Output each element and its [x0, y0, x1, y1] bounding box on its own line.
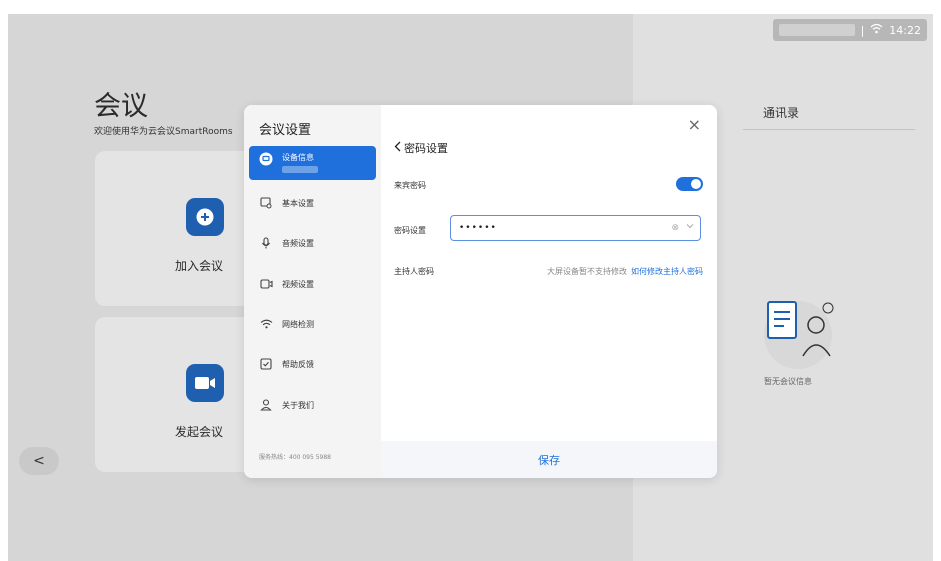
microphone-icon	[259, 236, 273, 250]
empty-meetings-illustration	[748, 290, 848, 370]
device-info-blur	[282, 166, 318, 173]
sidebar-item-label: 基本设置	[282, 198, 314, 208]
chevron-down-icon[interactable]	[686, 222, 694, 232]
settings-sidebar: 会议设置 设备信息 基本设置 音频设置 视频设置 网络检测 帮助反馈 关于我们 …	[244, 105, 381, 478]
save-button[interactable]: 保存	[381, 441, 717, 478]
sidebar-item-label: 关于我们	[282, 400, 314, 410]
password-input[interactable]: •••••• ⊗	[450, 215, 701, 241]
sidebar-item-label: 网络检测	[282, 319, 314, 329]
sidebar-item-audio-settings[interactable]: 音频设置	[249, 226, 376, 260]
guest-password-label: 来宾密码	[394, 181, 426, 190]
toggle-knob	[691, 179, 701, 189]
sidebar-item-help-feedback[interactable]: 帮助反馈	[249, 347, 376, 381]
password-settings-panel: × 密码设置 来宾密码 密码设置 •••••• ⊗ 主持人密码 大屏设备暂不支持…	[381, 105, 717, 478]
clear-icon[interactable]: ⊗	[671, 223, 680, 233]
app-welcome: 欢迎使用华为云会议SmartRooms	[94, 127, 233, 137]
sidebar-item-label: 音频设置	[282, 238, 314, 248]
status-time: 14:22	[889, 23, 921, 37]
host-password-help-link[interactable]: 如何修改主持人密码	[631, 266, 703, 277]
collapse-back-button[interactable]: <	[19, 447, 59, 475]
sidebar-item-network-check[interactable]: 网络检测	[249, 307, 376, 341]
close-icon[interactable]: ×	[688, 117, 701, 133]
sidebar-item-label: 设备信息	[282, 153, 314, 162]
password-settings-back[interactable]: 密码设置	[394, 140, 448, 156]
feedback-icon	[259, 357, 273, 371]
plus-icon	[186, 198, 224, 236]
video-camera-icon	[186, 364, 224, 402]
service-hotline: 服务热线：400 095 5988	[259, 454, 331, 461]
sidebar-item-label: 视频设置	[282, 279, 314, 289]
contacts-tab-divider	[743, 129, 915, 130]
sidebar-item-video-settings[interactable]: 视频设置	[249, 267, 376, 301]
host-password-note: 大屏设备暂不支持修改 如何修改主持人密码	[547, 266, 703, 277]
app-title: 会议	[94, 91, 148, 122]
panel-title: 密码设置	[404, 142, 448, 155]
wifi-icon	[259, 317, 273, 331]
status-separator: |	[860, 23, 865, 37]
sidebar-item-basic-settings[interactable]: 基本设置	[249, 186, 376, 220]
host-password-note-text: 大屏设备暂不支持修改	[547, 267, 627, 276]
password-setting-label: 密码设置	[394, 226, 426, 235]
contacts-tab[interactable]: 通讯录	[763, 104, 799, 121]
host-password-label: 主持人密码	[394, 267, 434, 276]
settings-modal: 会议设置 设备信息 基本设置 音频设置 视频设置 网络检测 帮助反馈 关于我们 …	[244, 105, 717, 478]
join-meeting-label: 加入会议	[175, 259, 224, 273]
modal-title: 会议设置	[259, 123, 312, 138]
screen: | 14:22 会议 欢迎使用华为云会议SmartRooms 加入会议 发起会议…	[8, 14, 933, 561]
sidebar-item-device-info[interactable]: 设备信息	[249, 146, 376, 180]
guest-password-toggle[interactable]	[676, 177, 703, 191]
sidebar-item-about-us[interactable]: 关于我们	[249, 388, 376, 422]
user-icon	[259, 398, 273, 412]
video-icon	[259, 277, 273, 291]
password-value: ••••••	[459, 223, 497, 233]
status-info-blur	[778, 24, 855, 36]
empty-meetings-text: 暂无会议信息	[764, 377, 812, 386]
device-icon	[259, 152, 273, 166]
wifi-status-icon	[870, 23, 883, 37]
status-bar: | 14:22	[772, 19, 927, 41]
sidebar-item-label: 帮助反馈	[282, 359, 314, 369]
start-meeting-label: 发起会议	[175, 425, 224, 439]
chevron-left-icon: <	[33, 453, 45, 469]
basic-settings-icon	[259, 196, 273, 210]
chevron-left-icon	[394, 141, 401, 155]
